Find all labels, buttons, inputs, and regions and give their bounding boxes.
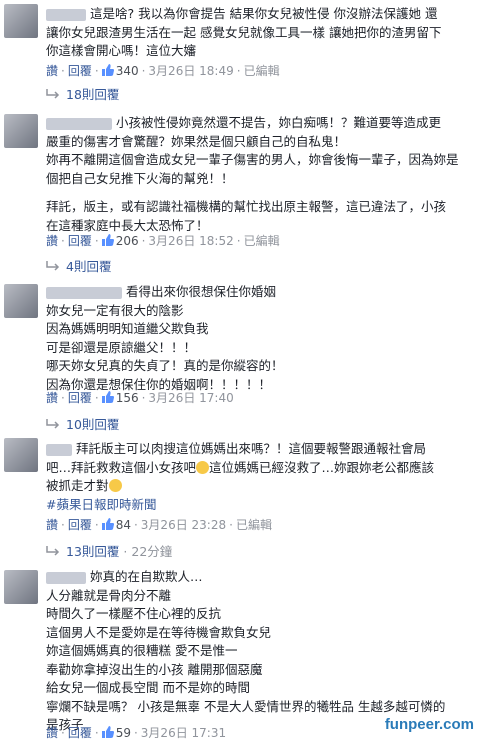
comment-date[interactable]: 3月26日 <box>148 64 195 78</box>
like-count[interactable]: 59 <box>116 726 131 740</box>
reply-arrow-icon <box>46 89 60 99</box>
avatar[interactable] <box>4 4 38 38</box>
comment-date[interactable]: 3月26日 <box>141 726 188 740</box>
like-count[interactable]: 206 <box>116 234 139 248</box>
comment-time[interactable]: 17:31 <box>192 726 227 740</box>
reply-link[interactable]: 回覆 <box>68 64 92 78</box>
comment-text: 拜託版主可以肉搜這位媽媽出來嗎？！這個要報警跟通報社會局 吧…拜託救救這個小女孩… <box>46 440 472 514</box>
comment-text: 妳真的在自欺欺人… 人分離就是骨肉分不離 時間久了一樣壓不住心裡的反抗 這個男人… <box>46 569 446 732</box>
comment-actions: 讚 · 回覆 · 206 · 3月26日 18:52 · 已編輯 <box>46 234 280 248</box>
comment-time[interactable]: 18:52 <box>199 234 234 248</box>
commenter-name[interactable] <box>46 443 72 456</box>
comment-actions: 讚 · 回覆 · 340 · 3月26日 18:49 · 已編輯 <box>46 64 280 78</box>
edited-label[interactable]: 已編輯 <box>244 234 280 248</box>
angry-face-emoji-icon <box>108 479 122 492</box>
like-count[interactable]: 340 <box>116 64 139 78</box>
like-link[interactable]: 讚 <box>46 518 58 532</box>
like-count-icon <box>101 234 114 246</box>
reply-link[interactable]: 回覆 <box>68 234 92 248</box>
avatar[interactable] <box>4 438 38 472</box>
reply-time: 22分鐘 <box>131 544 173 559</box>
fearful-face-emoji-icon <box>196 460 210 474</box>
comment-text: 小孩被性侵妳竟然還不提告，妳白痴嗎！？難道要等造成更 嚴重的傷害才會驚醒？妳果然… <box>46 115 459 233</box>
like-count-icon <box>101 726 114 738</box>
comment-actions: 讚 · 回覆 · 84 · 3月26日 23:28 · 已編輯 <box>46 518 272 532</box>
watermark: funpeer.com <box>384 716 474 733</box>
commenter-name[interactable] <box>46 117 112 130</box>
like-count[interactable]: 84 <box>116 518 131 532</box>
hashtag-link[interactable]: #蘋果日報即時新聞 <box>46 496 472 515</box>
comment-date[interactable]: 3月26日 <box>148 234 195 248</box>
reply-arrow-icon <box>46 546 60 556</box>
commenter-name[interactable] <box>46 571 86 584</box>
comment-date[interactable]: 3月26日 <box>148 391 195 405</box>
avatar[interactable] <box>4 570 38 604</box>
comment-time[interactable]: 18:49 <box>199 64 234 78</box>
view-replies-link[interactable]: 13則回覆 · 22分鐘 <box>46 541 172 560</box>
like-count-icon <box>101 64 114 76</box>
comment-date[interactable]: 3月26日 <box>141 518 188 532</box>
reply-link[interactable]: 回覆 <box>68 726 92 740</box>
view-replies-link[interactable]: 10則回覆 <box>46 414 119 433</box>
reply-link[interactable]: 回覆 <box>68 518 92 532</box>
like-link[interactable]: 讚 <box>46 234 58 248</box>
like-count[interactable]: 156 <box>116 391 139 405</box>
comment-text: 這是啥? 我以為你會提告 結果你女兒被性侵 你沒辦法保護她 還 讓你女兒跟渣男生… <box>46 6 442 58</box>
edited-label[interactable]: 已編輯 <box>236 518 272 532</box>
comment-time[interactable]: 23:28 <box>192 518 227 532</box>
comment-text: 看得出來你很想保住你婚姻 妳女兒一定有很大的陰影 因為媽媽明明知道繼父欺負我 可… <box>46 284 284 392</box>
edited-label[interactable]: 已編輯 <box>244 64 280 78</box>
like-link[interactable]: 讚 <box>46 726 58 740</box>
comment-actions: 讚 · 回覆 · 59 · 3月26日 17:31 <box>46 726 227 740</box>
comment-actions: 讚 · 回覆 · 156 · 3月26日 17:40 <box>46 391 234 405</box>
commenter-name[interactable] <box>46 8 86 21</box>
reply-link[interactable]: 回覆 <box>68 391 92 405</box>
avatar[interactable] <box>4 114 38 148</box>
like-count-icon <box>101 391 114 403</box>
comment-time[interactable]: 17:40 <box>199 391 234 405</box>
view-replies-link[interactable]: 18則回覆 <box>46 84 119 103</box>
view-replies-link[interactable]: 4則回覆 <box>46 256 111 275</box>
like-count-icon <box>101 518 114 530</box>
avatar[interactable] <box>4 284 38 318</box>
like-link[interactable]: 讚 <box>46 64 58 78</box>
like-link[interactable]: 讚 <box>46 391 58 405</box>
reply-arrow-icon <box>46 261 60 271</box>
reply-arrow-icon <box>46 419 60 429</box>
commenter-name[interactable] <box>46 286 122 299</box>
